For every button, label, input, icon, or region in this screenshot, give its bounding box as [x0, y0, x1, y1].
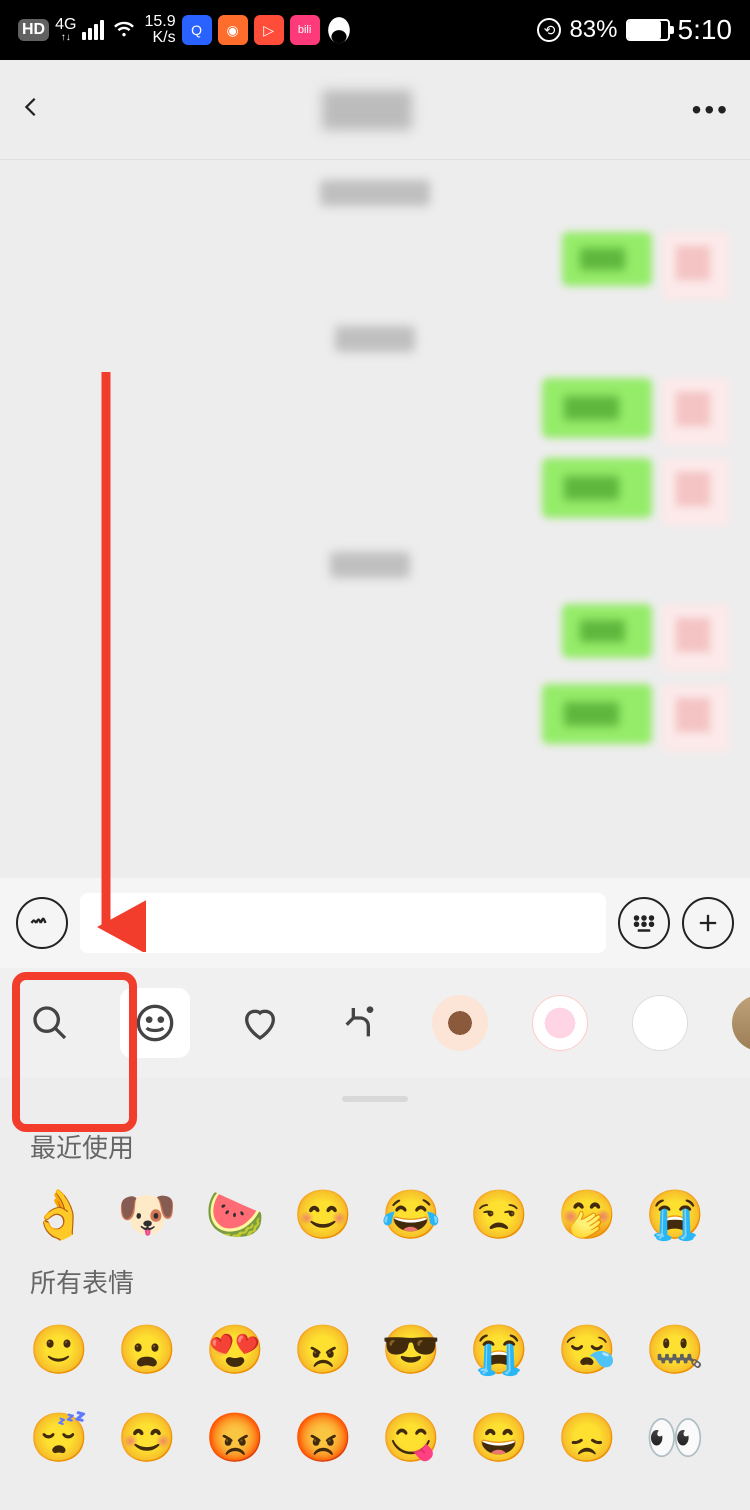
emoji-joy[interactable]: 😂 — [382, 1185, 440, 1243]
emoji[interactable]: 😍 — [206, 1320, 264, 1378]
emoji-smirk[interactable]: 🤭 — [558, 1185, 616, 1243]
app-icon-4: bili — [290, 15, 320, 45]
emoji[interactable]: 😦 — [118, 1320, 176, 1378]
section-recent-title: 最近使用 — [30, 1128, 720, 1165]
avatar-censored[interactable] — [662, 604, 730, 672]
input-bar — [0, 878, 750, 968]
emoji-cry[interactable]: 😭 — [646, 1185, 704, 1243]
emoji-panel[interactable]: 最近使用 👌 🐶 🍉 😊 😂 😒 🤭 😭 所有表情 🙂 😦 😍 😠 😎 😭 😪 … — [0, 1078, 750, 1510]
panel-handle[interactable] — [342, 1096, 408, 1102]
emoji[interactable]: 🤐 — [646, 1320, 704, 1378]
voice-input-button[interactable] — [16, 897, 68, 949]
emoji[interactable]: 😭 — [470, 1320, 528, 1378]
avatar-censored[interactable] — [662, 378, 730, 446]
more-button[interactable]: ••• — [692, 94, 730, 126]
wifi-icon — [110, 13, 138, 48]
app-icon-3: ▷ — [254, 15, 284, 45]
message-input[interactable] — [80, 893, 606, 953]
emoji[interactable]: 🙂 — [30, 1320, 88, 1378]
emoji[interactable]: 👀 — [646, 1408, 704, 1466]
emoji-watermelon[interactable]: 🍉 — [206, 1185, 264, 1243]
emoji-unamused[interactable]: 😒 — [470, 1185, 528, 1243]
app-icon-2: ◉ — [218, 15, 248, 45]
network-label: 4G — [55, 17, 76, 33]
chat-title-censored — [322, 90, 412, 130]
network-indicator: 4G ↑↓ — [55, 17, 76, 43]
emoji[interactable]: 😋 — [382, 1408, 440, 1466]
emoji[interactable]: 😊 — [118, 1408, 176, 1466]
status-left: HD 4G ↑↓ 15.9 K/s Q ◉ ▷ bili — [18, 13, 352, 48]
message-bubble-censored[interactable] — [562, 604, 652, 658]
emoji[interactable]: 😞 — [558, 1408, 616, 1466]
back-button[interactable] — [20, 90, 42, 129]
sticker-pack-3-tab[interactable] — [630, 993, 690, 1053]
emoji[interactable]: 😎 — [382, 1320, 440, 1378]
recent-emoji-grid: 👌 🐶 🍉 😊 😂 😒 🤭 😭 — [30, 1185, 720, 1243]
hd-badge: HD — [18, 19, 49, 41]
emoji[interactable]: 😠 — [294, 1320, 352, 1378]
avatar-censored[interactable] — [662, 458, 730, 526]
message-row — [0, 598, 750, 678]
emoji-category-tabs — [0, 968, 750, 1078]
signal-icon — [82, 20, 104, 40]
app-icon-5 — [326, 15, 352, 45]
attach-button[interactable] — [682, 897, 734, 949]
emoji-doge[interactable]: 🐶 — [118, 1185, 176, 1243]
message-bubble-censored[interactable] — [542, 378, 652, 438]
emoji-ok[interactable]: 👌 — [30, 1185, 88, 1243]
status-bar: HD 4G ↑↓ 15.9 K/s Q ◉ ▷ bili ⟲ 83% 5:10 — [0, 0, 750, 60]
timestamp-censored — [335, 326, 415, 352]
message-bubble-censored[interactable] — [542, 684, 652, 744]
emoji-custom-tab[interactable] — [330, 993, 390, 1053]
message-row — [0, 226, 750, 306]
timestamp-censored — [320, 180, 430, 206]
sticker-pack-1-tab[interactable] — [430, 993, 490, 1053]
clock: 5:10 — [678, 14, 733, 46]
message-bubble-censored[interactable] — [562, 232, 652, 286]
emoji-search-tab[interactable] — [20, 993, 80, 1053]
chat-header: ••• — [0, 60, 750, 160]
sticker-pack-4-tab[interactable] — [730, 993, 750, 1053]
emoji[interactable]: 😪 — [558, 1320, 616, 1378]
speed-indicator: 15.9 K/s — [144, 14, 175, 46]
message-bubble-censored[interactable] — [542, 458, 652, 518]
sticker-pack-2-tab[interactable] — [530, 993, 590, 1053]
all-emoji-grid: 🙂 😦 😍 😠 😎 😭 😪 🤐 😴 😊 😡 😡 😋 😄 😞 👀 — [30, 1320, 720, 1466]
section-all-title: 所有表情 — [30, 1263, 720, 1300]
emoji-favorites-tab[interactable] — [230, 993, 290, 1053]
app-icon-1: Q — [182, 15, 212, 45]
rotation-lock-icon: ⟲ — [537, 18, 561, 42]
emoji[interactable]: 😡 — [294, 1408, 352, 1466]
avatar-censored[interactable] — [662, 232, 730, 300]
timestamp-censored — [330, 552, 410, 578]
emoji[interactable]: 😡 — [206, 1408, 264, 1466]
emoji-smile[interactable]: 😊 — [294, 1185, 352, 1243]
emoji[interactable]: 😄 — [470, 1408, 528, 1466]
keyboard-toggle-button[interactable] — [618, 897, 670, 949]
chat-scroll-area[interactable] — [0, 160, 750, 878]
emoji-default-tab[interactable] — [120, 988, 190, 1058]
status-right: ⟲ 83% 5:10 — [537, 14, 732, 46]
battery-icon — [626, 19, 670, 41]
avatar-censored[interactable] — [662, 684, 730, 752]
message-row — [0, 452, 750, 532]
emoji[interactable]: 😴 — [30, 1408, 88, 1466]
message-row — [0, 678, 750, 758]
battery-percent: 83% — [569, 16, 617, 44]
message-row — [0, 372, 750, 452]
